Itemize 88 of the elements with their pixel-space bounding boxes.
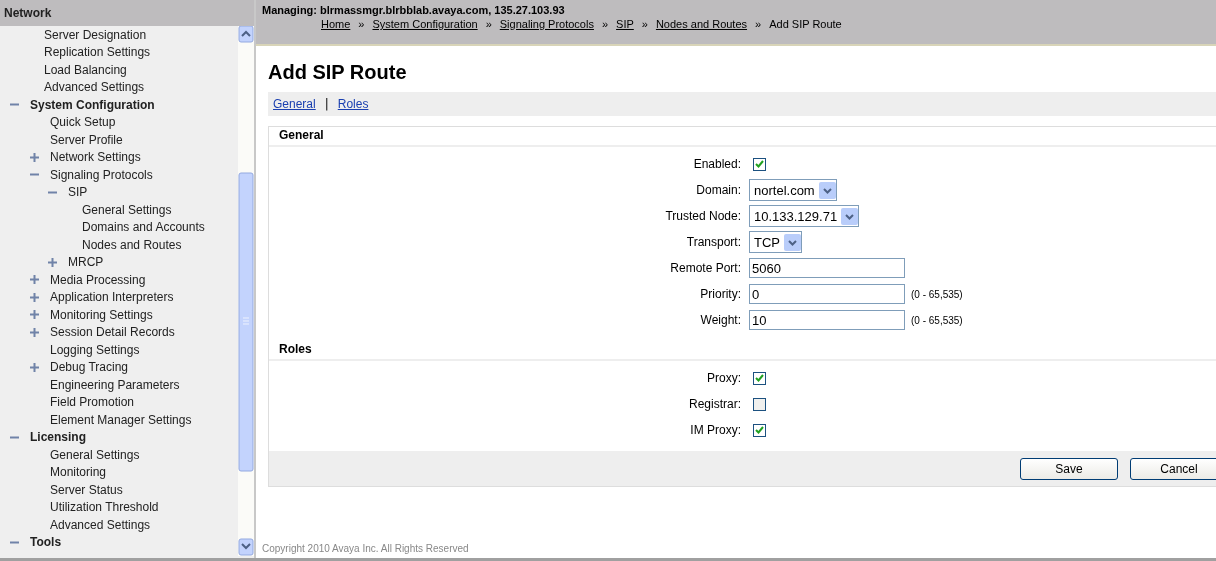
check-icon [755, 426, 764, 434]
field-label: Proxy: [707, 371, 742, 385]
field-label: IM Proxy: [690, 423, 742, 437]
tree-item[interactable]: Quick Setup [50, 115, 116, 130]
section-heading: Roles [269, 341, 1216, 361]
field-label: Remote Port: [670, 261, 742, 275]
tree-item[interactable]: Tools [30, 535, 62, 550]
breadcrumb-separator: » [485, 18, 492, 30]
breadcrumb-separator: » [601, 18, 609, 30]
tree-item[interactable]: Advanced Settings [50, 517, 151, 532]
checkbox[interactable] [753, 371, 766, 385]
sidebar-title: Network [0, 0, 254, 26]
dropdown-button[interactable] [841, 207, 859, 225]
tree-item[interactable]: Logging Settings [50, 342, 140, 357]
checkbox[interactable] [753, 157, 766, 171]
field-label: Enabled: [693, 157, 742, 171]
tree-item[interactable]: General Settings [50, 447, 140, 462]
check-icon [755, 160, 764, 168]
tree-item[interactable]: Signaling Protocols [50, 167, 153, 182]
tree-item[interactable]: Debug Tracing [50, 360, 129, 375]
input-field[interactable]: 0 [749, 284, 905, 304]
tree-item[interactable]: Server Status [50, 482, 123, 497]
tree-item[interactable]: Advanced Settings [44, 80, 145, 95]
tree-item[interactable]: Monitoring [50, 465, 107, 480]
dropdown-button[interactable] [818, 181, 836, 199]
tree-item[interactable]: System Configuration [30, 97, 155, 112]
field-label: Trusted Node: [665, 209, 742, 223]
breadcrumb-separator: » [358, 18, 365, 30]
current-page-label: Add SIP Route [769, 18, 842, 30]
breadcrumb-separator: » [755, 18, 762, 30]
tree-item[interactable]: Utilization Threshold [50, 500, 159, 515]
copyright-text: Copyright 2010 Avaya Inc. All Rights Reserved [261, 543, 469, 556]
check-icon [755, 374, 764, 382]
dropdown-button[interactable] [784, 233, 801, 251]
input-field[interactable]: 10 [749, 310, 905, 330]
tree-item[interactable]: Media Processing [50, 272, 146, 287]
tree-item[interactable]: Network Settings [50, 150, 141, 165]
breadcrumb-link[interactable]: Signaling Protocols [499, 18, 594, 30]
tree-item[interactable]: Monitoring Settings [50, 307, 153, 322]
breadcrumb-link[interactable]: System Configuration [372, 18, 478, 30]
range-hint: (0 - 65,535) [911, 314, 963, 326]
section-heading: General [269, 127, 1216, 147]
tree-item[interactable]: Replication Settings [44, 45, 151, 60]
tree-item[interactable]: Element Manager Settings [50, 412, 192, 427]
plus-icon[interactable] [30, 327, 39, 337]
tree-item[interactable]: Domains and Accounts [82, 220, 205, 235]
scrollbar[interactable] [238, 26, 254, 556]
link-separator: | [324, 97, 329, 111]
range-hint: (0 - 65,535) [911, 288, 963, 300]
plus-icon[interactable] [30, 152, 39, 162]
breadcrumb-link[interactable]: Nodes and Routes [655, 18, 748, 30]
tree-item[interactable]: SIP [68, 185, 88, 200]
checkbox[interactable] [753, 423, 766, 437]
tree-item[interactable]: Nodes and Routes [82, 237, 182, 252]
managing-text: Managing: blrmassmgr.blrbblab.avaya.com, 135.27.103.93 [262, 4, 566, 16]
page-title: Add SIP Route [268, 61, 407, 84]
tree-item[interactable]: Load Balancing [44, 62, 127, 77]
breadcrumb-link[interactable]: Home [321, 18, 351, 30]
tree-item[interactable]: Licensing [30, 430, 86, 445]
tree-item[interactable]: Server Profile [50, 132, 123, 147]
section-link[interactable]: General [273, 97, 316, 111]
tree-item[interactable]: Application Interpreters [50, 290, 174, 305]
tree-item[interactable]: Engineering Parameters [50, 377, 180, 392]
plus-icon[interactable] [30, 362, 39, 372]
tree-item[interactable]: Field Promotion [50, 395, 135, 410]
tree-item[interactable]: Server Designation [44, 27, 147, 42]
section-link[interactable]: Roles [337, 97, 369, 111]
select-field[interactable]: TCP [749, 231, 802, 253]
input-field[interactable]: 5060 [749, 258, 905, 278]
breadcrumb-separator: » [641, 18, 648, 30]
select-field[interactable]: nortel.com [749, 179, 837, 201]
plus-icon[interactable] [30, 310, 39, 320]
tree-item[interactable]: Session Detail Records [50, 325, 175, 340]
select-field[interactable]: 10.133.129.71 [749, 205, 860, 227]
field-label: Domain: [696, 183, 742, 197]
field-label: Transport: [686, 235, 742, 249]
tree-item[interactable]: MRCP [68, 255, 104, 270]
breadcrumb-link[interactable]: SIP [616, 18, 634, 30]
save-button[interactable]: Save [1020, 457, 1118, 480]
plus-icon[interactable] [30, 292, 39, 302]
field-label: Registrar: [689, 397, 742, 411]
plus-icon[interactable] [30, 275, 39, 285]
tree-item[interactable]: General Settings [82, 202, 172, 217]
cancel-button[interactable]: Cancel [1130, 457, 1216, 480]
checkbox[interactable] [753, 397, 766, 411]
field-label: Priority: [700, 287, 742, 301]
field-label: Weight: [700, 313, 742, 327]
plus-icon[interactable] [48, 257, 57, 267]
